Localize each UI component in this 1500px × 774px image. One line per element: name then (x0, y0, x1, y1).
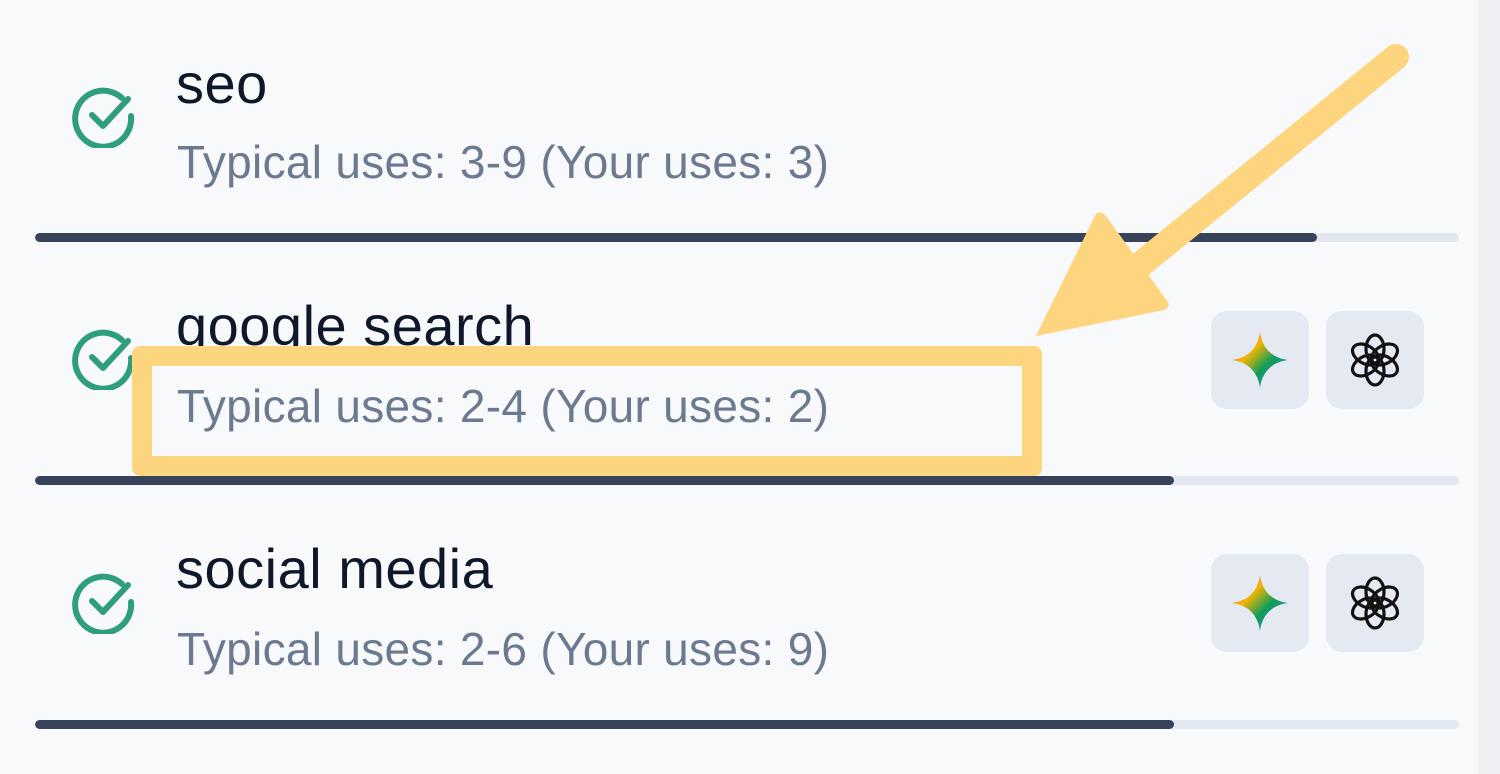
keyword-title: seo (176, 52, 268, 115)
chatgpt-button[interactable] (1326, 554, 1424, 652)
keyword-progress-fill (35, 476, 1175, 485)
keyword-progress-fill (35, 233, 1317, 242)
keyword-progress-fill (35, 720, 1175, 729)
keyword-progress-bar (35, 476, 1459, 485)
chatgpt-button[interactable] (1326, 311, 1424, 409)
keyword-progress-bar (35, 233, 1459, 242)
gemini-button[interactable] (1211, 554, 1309, 652)
annotation-highlight-box (132, 346, 1042, 476)
keyword-uses-text: Typical uses: 3-9 (Your uses: 3) (177, 136, 830, 188)
chatgpt-icon (1350, 576, 1400, 630)
panel-scroll-edge (1478, 0, 1500, 774)
gemini-icon (1232, 575, 1288, 631)
keyword-panel: seo Typical uses: 3-9 (Your uses: 3) goo… (0, 0, 1478, 774)
keyword-uses-text: Typical uses: 2-6 (Your uses: 9) (177, 623, 830, 675)
check-circle-icon (72, 87, 135, 148)
keyword-title: social media (176, 537, 494, 600)
gemini-icon (1232, 332, 1288, 388)
gemini-button[interactable] (1211, 311, 1309, 409)
check-circle-icon (72, 329, 135, 390)
keyword-progress-bar (35, 720, 1459, 729)
chatgpt-icon (1350, 333, 1400, 387)
check-circle-icon (72, 573, 135, 634)
